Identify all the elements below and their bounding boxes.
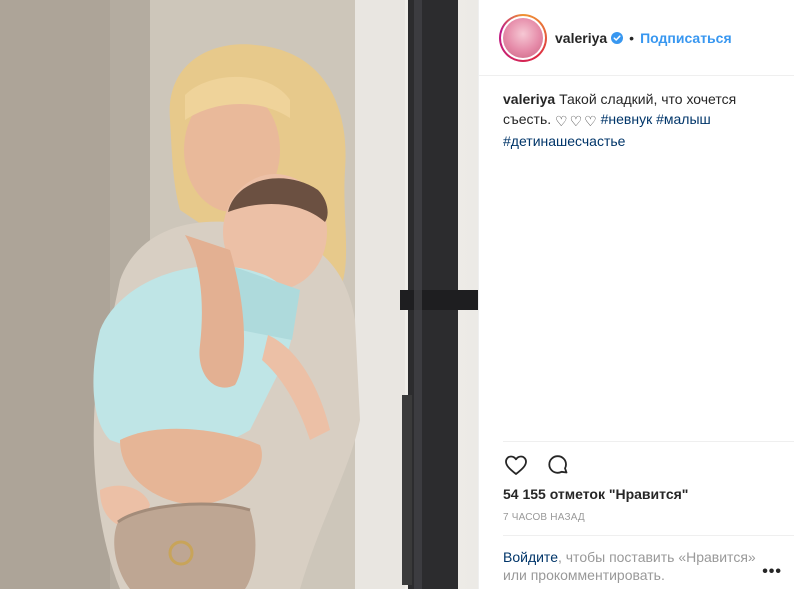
wall-shadow xyxy=(0,0,110,589)
heart-emoji-icon: ♡ xyxy=(555,113,568,129)
belt-bag xyxy=(114,503,256,589)
avatar[interactable] xyxy=(503,17,543,58)
photo-illustration xyxy=(0,0,478,589)
header-separator: • xyxy=(629,29,635,46)
drainpipe-highlight xyxy=(414,0,422,589)
verified-badge-icon xyxy=(611,31,624,44)
avatar-story-ring[interactable] xyxy=(499,13,547,62)
hashtag-link[interactable]: #невнук xyxy=(601,111,653,127)
post-side-panel: valeriya • Подписаться valeriya Такой сл… xyxy=(478,0,794,589)
avatar-frame xyxy=(501,15,545,60)
heart-icon[interactable] xyxy=(503,452,529,478)
more-options-icon[interactable]: ••• xyxy=(762,563,782,581)
caption-hearts: ♡ ♡ ♡ xyxy=(555,111,597,131)
login-prompt: Войдите, чтобы поставить «Нравится» или … xyxy=(503,548,763,584)
likes-count[interactable]: 54 155 отметок "Нравится" xyxy=(503,486,688,502)
heart-emoji-icon: ♡ xyxy=(584,113,597,129)
post-actions xyxy=(503,452,571,478)
hashtag-link[interactable]: #малыш xyxy=(656,111,711,127)
follow-button[interactable]: Подписаться xyxy=(640,30,732,46)
header-username[interactable]: valeriya xyxy=(555,30,607,46)
wall-light xyxy=(355,0,405,589)
comment-icon[interactable] xyxy=(545,452,571,478)
hashtag-link[interactable]: #детинашесчастье xyxy=(503,133,625,149)
rod xyxy=(402,395,412,585)
actions-divider xyxy=(503,441,794,442)
post-photo[interactable] xyxy=(0,0,478,589)
caption-username[interactable]: valeriya xyxy=(503,91,555,107)
post-header: valeriya • Подписаться xyxy=(479,0,794,76)
post-timestamp[interactable]: 7 ЧАСОВ НАЗАД xyxy=(503,512,585,523)
login-link[interactable]: Войдите xyxy=(503,549,558,565)
drainpipe-clamp xyxy=(400,290,478,310)
footer-divider xyxy=(503,535,794,536)
heart-emoji-icon: ♡ xyxy=(569,113,583,129)
post-caption: valeriya Такой сладкий, что хочется съес… xyxy=(503,89,773,151)
